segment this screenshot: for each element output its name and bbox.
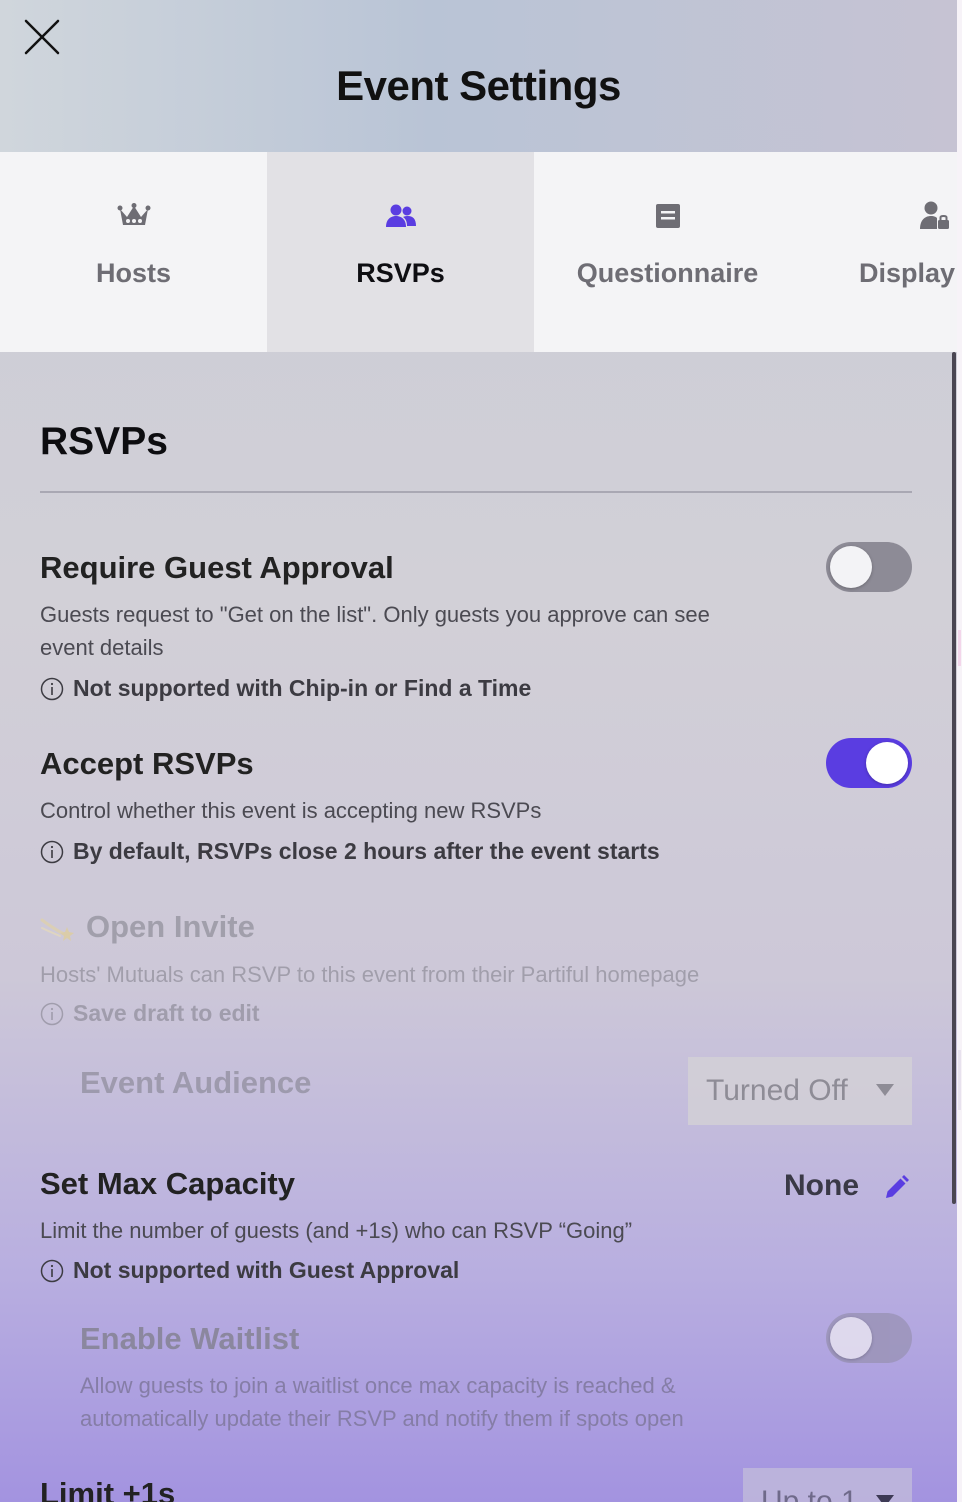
- shooting-star-icon: [40, 918, 74, 941]
- settings-tabs: Hosts RSVPs Questionnaire Display: [0, 152, 957, 352]
- event-audience-select[interactable]: Turned Off: [688, 1057, 912, 1125]
- users-icon: [267, 200, 534, 232]
- guest-approval-title: Require Guest Approval: [40, 550, 394, 585]
- scrollbar[interactable]: [952, 352, 956, 1204]
- limit-plus-ones-select[interactable]: Up to 1: [743, 1468, 912, 1502]
- guest-approval-description: Guests request to "Get on the list". Onl…: [40, 602, 710, 660]
- guest-approval-toggle[interactable]: [826, 542, 912, 592]
- open-invite-title: Open Invite: [86, 909, 255, 944]
- page-title: Event Settings: [336, 62, 621, 109]
- modal-header: Event Settings: [0, 0, 957, 152]
- toggle-knob: [830, 1317, 872, 1359]
- guest-approval-note: Not supported with Chip-in or Find a Tim…: [40, 675, 531, 702]
- note-text: Not supported with Chip-in or Find a Tim…: [73, 675, 532, 701]
- tab-display[interactable]: Display + P: [801, 152, 957, 352]
- note-text: Not supported with Guest Approval: [73, 1257, 460, 1283]
- event-audience-label: Event Audience: [80, 1065, 312, 1100]
- accept-rsvps-note: By default, RSVPs close 2 hours after th…: [40, 838, 660, 865]
- event-settings-modal: Event Settings Hosts RSVPs Questionnaire…: [0, 0, 957, 1502]
- open-invite-note: Save draft to edit: [40, 1000, 260, 1027]
- max-capacity-description: Limit the number of guests (and +1s) who…: [40, 1218, 633, 1243]
- info-icon: [40, 1002, 64, 1025]
- waitlist-title: Enable Waitlist: [80, 1321, 300, 1356]
- max-capacity-title: Set Max Capacity: [40, 1166, 295, 1201]
- toggle-knob: [866, 742, 908, 784]
- accept-rsvps-title: Accept RSVPs: [40, 746, 254, 781]
- waitlist-description: Allow guests to join a waitlist once max…: [80, 1373, 684, 1431]
- max-capacity-value: None: [784, 1169, 859, 1202]
- crown-icon: [0, 200, 267, 232]
- pencil-icon[interactable]: [882, 1174, 910, 1202]
- chevron-down-icon: [876, 1084, 894, 1096]
- divider: [40, 491, 912, 493]
- tab-label-hosts: Hosts: [95, 258, 171, 288]
- tab-label-rsvps: RSVPs: [356, 258, 445, 288]
- open-invite-heading: Open Invite: [40, 909, 255, 945]
- waitlist-toggle[interactable]: [826, 1313, 912, 1363]
- tab-rsvps[interactable]: RSVPs: [267, 152, 534, 352]
- document-icon: [534, 200, 801, 232]
- info-icon: [40, 840, 64, 863]
- window-edge: [957, 0, 962, 1502]
- edge-mark: [958, 630, 961, 666]
- open-invite-description: Hosts' Mutuals can RSVP to this event fr…: [40, 962, 700, 987]
- chevron-down-icon: [876, 1495, 894, 1502]
- limit-plus-ones-value: Up to 1: [761, 1485, 858, 1502]
- note-text: By default, RSVPs close 2 hours after th…: [73, 838, 660, 864]
- close-icon[interactable]: [22, 17, 62, 57]
- tab-label-display: Display + P: [859, 258, 957, 288]
- accept-rsvps-description: Control whether this event is accepting …: [40, 798, 542, 823]
- limit-plus-ones-title: Limit +1s: [40, 1476, 176, 1502]
- note-text: Save draft to edit: [73, 1000, 260, 1026]
- info-icon: [40, 677, 64, 700]
- user-lock-icon: [919, 200, 957, 232]
- max-capacity-note: Not supported with Guest Approval: [40, 1257, 459, 1284]
- info-icon: [40, 1259, 64, 1282]
- toggle-knob: [830, 546, 872, 588]
- tab-hosts[interactable]: Hosts: [0, 152, 267, 352]
- tab-label-questionnaire: Questionnaire: [576, 258, 759, 288]
- section-title: RSVPs: [40, 420, 168, 463]
- accept-rsvps-toggle[interactable]: [826, 738, 912, 788]
- event-audience-value: Turned Off: [706, 1074, 848, 1107]
- tab-questionnaire[interactable]: Questionnaire: [534, 152, 801, 352]
- edge-mark: [958, 1050, 961, 1110]
